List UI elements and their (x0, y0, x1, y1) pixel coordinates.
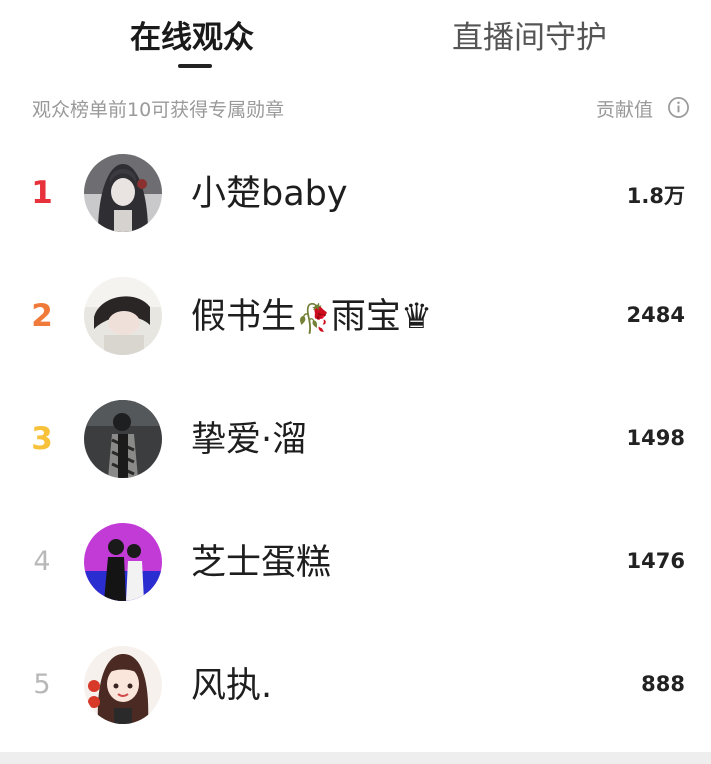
contribution-score: 888 (641, 672, 685, 696)
ranking-hint: 观众榜单前10可获得专属勋章 (32, 99, 285, 121)
contribution-score: 2484 (626, 303, 685, 327)
rank-number: 4 (33, 546, 51, 577)
avatar[interactable] (84, 523, 162, 601)
list-item[interactable]: 3 挚爱·溜 1498 (0, 378, 711, 501)
contribution-score: 1476 (626, 549, 685, 573)
info-circle-icon[interactable] (667, 96, 690, 119)
list-item[interactable]: 1 小楚baby 1.8万 (0, 132, 711, 255)
active-tab-indicator (178, 64, 212, 68)
avatar[interactable] (84, 277, 162, 355)
tab-room-guardians[interactable]: 直播间守护 (452, 18, 607, 58)
tab-online-viewers[interactable]: 在线观众 (130, 18, 254, 58)
avatar[interactable] (84, 646, 162, 724)
avatar[interactable] (84, 154, 162, 232)
list-item[interactable]: 2 假书生🥀雨宝♛ 2484 (0, 255, 711, 378)
username: 风执. (191, 666, 273, 706)
username: 假书生🥀雨宝♛ (191, 297, 433, 337)
contribution-score: 1.8万 (626, 184, 685, 208)
username: 挚爱·溜 (191, 420, 308, 460)
bottom-divider (0, 752, 711, 764)
rank-number: 2 (31, 298, 53, 334)
contribution-label: 贡献值 (595, 99, 653, 121)
rank-number: 1 (31, 175, 53, 211)
ranking-subheader: 观众榜单前10可获得专属勋章 贡献值 (0, 92, 711, 124)
tab-bar: 在线观众 直播间守护 (0, 0, 711, 80)
avatar[interactable] (84, 400, 162, 478)
rank-number: 3 (31, 421, 53, 457)
username: 芝士蛋糕 (191, 543, 332, 583)
list-item[interactable]: 5 风执. 888 (0, 624, 711, 747)
rank-number: 5 (33, 669, 51, 700)
contribution-score: 1498 (626, 426, 685, 450)
list-item[interactable]: 4 芝士蛋糕 1476 (0, 501, 711, 624)
username: 小楚baby (191, 174, 348, 214)
wilted-rose-emoji: 🥀 (296, 302, 331, 335)
